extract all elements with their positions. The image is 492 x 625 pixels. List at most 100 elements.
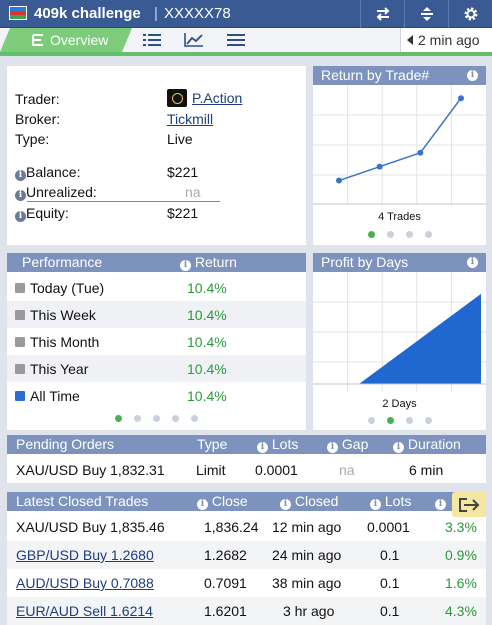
tab-bar: Overview 2 min ago [0, 28, 492, 56]
trade-percent: 1.6% [445, 575, 477, 591]
pending-order-type: Limit [196, 462, 226, 478]
info-icon[interactable]: i [15, 211, 26, 222]
expand-collapse-button[interactable] [404, 0, 448, 28]
type-value: Live [167, 131, 193, 147]
title-separator: | [154, 5, 158, 22]
pager-dot[interactable] [405, 417, 413, 424]
return-by-trade-caption: 4 Trades [378, 211, 421, 223]
profit-by-days-title: Profit by Days [321, 254, 409, 270]
trade-percent: 3.3% [445, 519, 477, 535]
pager-dot[interactable] [367, 417, 375, 424]
trader-label: Trader: [15, 91, 60, 107]
trade-name[interactable]: AUD/USD Buy 0.7088 [16, 575, 154, 591]
balance-divider [27, 201, 220, 202]
period-icon [15, 283, 25, 293]
data-point [336, 177, 342, 184]
data-point [458, 95, 464, 102]
top-bar: 409k challenge | XXXXX78 [0, 0, 492, 28]
trade-close: 0.7091 [204, 575, 247, 591]
table-icon[interactable] [226, 33, 246, 47]
trade-closed-time: 24 min ago [272, 547, 342, 563]
closed-trade-row[interactable]: GBP/USD Buy 1.2680 1.2682 24 min ago 0.1… [7, 541, 486, 569]
trade-name[interactable]: GBP/USD Buy 1.2680 [16, 547, 154, 563]
pager-dot[interactable] [153, 415, 160, 422]
period-label: All Time [30, 388, 80, 404]
closed-header: i Closed [280, 492, 338, 511]
chart-icon[interactable] [184, 33, 204, 47]
pager-dot[interactable] [405, 231, 413, 238]
info-icon[interactable]: i [180, 260, 191, 271]
info-icon[interactable]: i [467, 70, 478, 81]
pager-dot[interactable] [386, 231, 394, 238]
trader-info-panel: Trader: P.Action Broker: Tickmill Type: … [7, 66, 306, 245]
trade-close: 1.2682 [204, 547, 247, 563]
return-by-trade-header: Return by Trade# i [313, 66, 486, 85]
info-icon[interactable]: i [393, 442, 404, 453]
pager-dot[interactable] [424, 417, 432, 424]
profit-chart-pager [313, 417, 486, 424]
broker-label: Broker: [15, 111, 61, 127]
trade-lots: 0.1 [380, 603, 400, 619]
settings-button[interactable] [448, 0, 492, 28]
close-header-label: Close [211, 493, 248, 509]
unrealized-label: Unrealized: [26, 184, 97, 200]
swap-button[interactable] [360, 0, 404, 28]
performance-row: This Month 10.4% [7, 328, 306, 355]
info-icon[interactable]: i [15, 170, 26, 181]
period-return: 10.4% [187, 388, 227, 404]
lots-header: i Lots [370, 492, 411, 511]
pending-orders-header: Pending Orders Type i Lots i Gap i Durat… [7, 435, 486, 454]
trade-percent: 0.9% [445, 547, 477, 563]
pending-order-gap: na [339, 462, 355, 478]
performance-row: This Week 10.4% [7, 301, 306, 328]
info-icon[interactable]: i [15, 190, 26, 201]
info-icon[interactable]: i [280, 499, 291, 510]
profit-by-days-panel: Profit by Days i 2 Days [313, 253, 486, 430]
broker-link[interactable]: Tickmill [167, 111, 213, 127]
info-icon[interactable]: i [257, 442, 268, 453]
swap-arrows-icon [376, 7, 389, 21]
pending-order-duration: 6 min [409, 462, 444, 478]
trader-value[interactable]: P.Action [167, 89, 242, 107]
pager-dot[interactable] [134, 415, 141, 422]
info-icon[interactable]: i [197, 499, 208, 510]
period-return: 10.4% [187, 361, 227, 377]
return-chart-pager [313, 231, 486, 238]
trade-lots: 0.1 [380, 547, 400, 563]
performance-pager [7, 415, 306, 422]
pager-dot[interactable] [172, 415, 179, 422]
trade-name[interactable]: EUR/AUD Sell 1.6214 [16, 603, 153, 619]
trade-closed-time: 3 hr ago [283, 603, 335, 619]
list-icon[interactable] [142, 33, 162, 47]
trader-link[interactable]: P.Action [192, 90, 242, 106]
pager-dot[interactable] [191, 415, 198, 422]
pager-dot[interactable] [424, 231, 432, 238]
pager-dot[interactable] [386, 417, 394, 424]
period-label: This Month [30, 334, 100, 350]
performance-title: Performance [22, 254, 103, 270]
closed-trade-row[interactable]: XAU/USD Buy 1,835.46 1,836.24 12 min ago… [7, 513, 486, 541]
info-icon[interactable]: i [435, 499, 446, 510]
trade-closed-time: 38 min ago [272, 575, 342, 591]
tab-overview[interactable]: Overview [0, 28, 132, 52]
equity-row: i Equity: [15, 205, 69, 222]
info-icon[interactable]: i [370, 499, 381, 510]
balance-value: $221 [167, 164, 199, 180]
closed-trade-row[interactable]: EUR/AUD Sell 1.6214 1.6201 3 hr ago 0.1 … [7, 597, 486, 625]
pending-orders-title: Pending Orders [16, 436, 115, 452]
closed-trades-panel: Latest Closed Trades i Close i Closed i … [7, 492, 486, 625]
performance-header: Performance i Return [7, 253, 306, 272]
type-header: Type [197, 436, 228, 452]
account-title: 409k challenge [34, 5, 141, 22]
info-icon[interactable]: i [327, 442, 338, 453]
period-return: 10.4% [187, 307, 227, 323]
info-icon[interactable]: i [467, 257, 478, 268]
close-header: i Close [197, 492, 248, 511]
pager-dot[interactable] [367, 231, 375, 238]
balance-row: i Balance: [15, 164, 80, 181]
caret-left-icon [407, 35, 413, 45]
closed-trade-row[interactable]: AUD/USD Buy 0.7088 0.7091 38 min ago 0.1… [7, 569, 486, 597]
pager-dot[interactable] [115, 415, 122, 422]
pending-orders-panel: Pending Orders Type i Lots i Gap i Durat… [7, 435, 486, 483]
trade-close: 1,836.24 [204, 519, 259, 535]
